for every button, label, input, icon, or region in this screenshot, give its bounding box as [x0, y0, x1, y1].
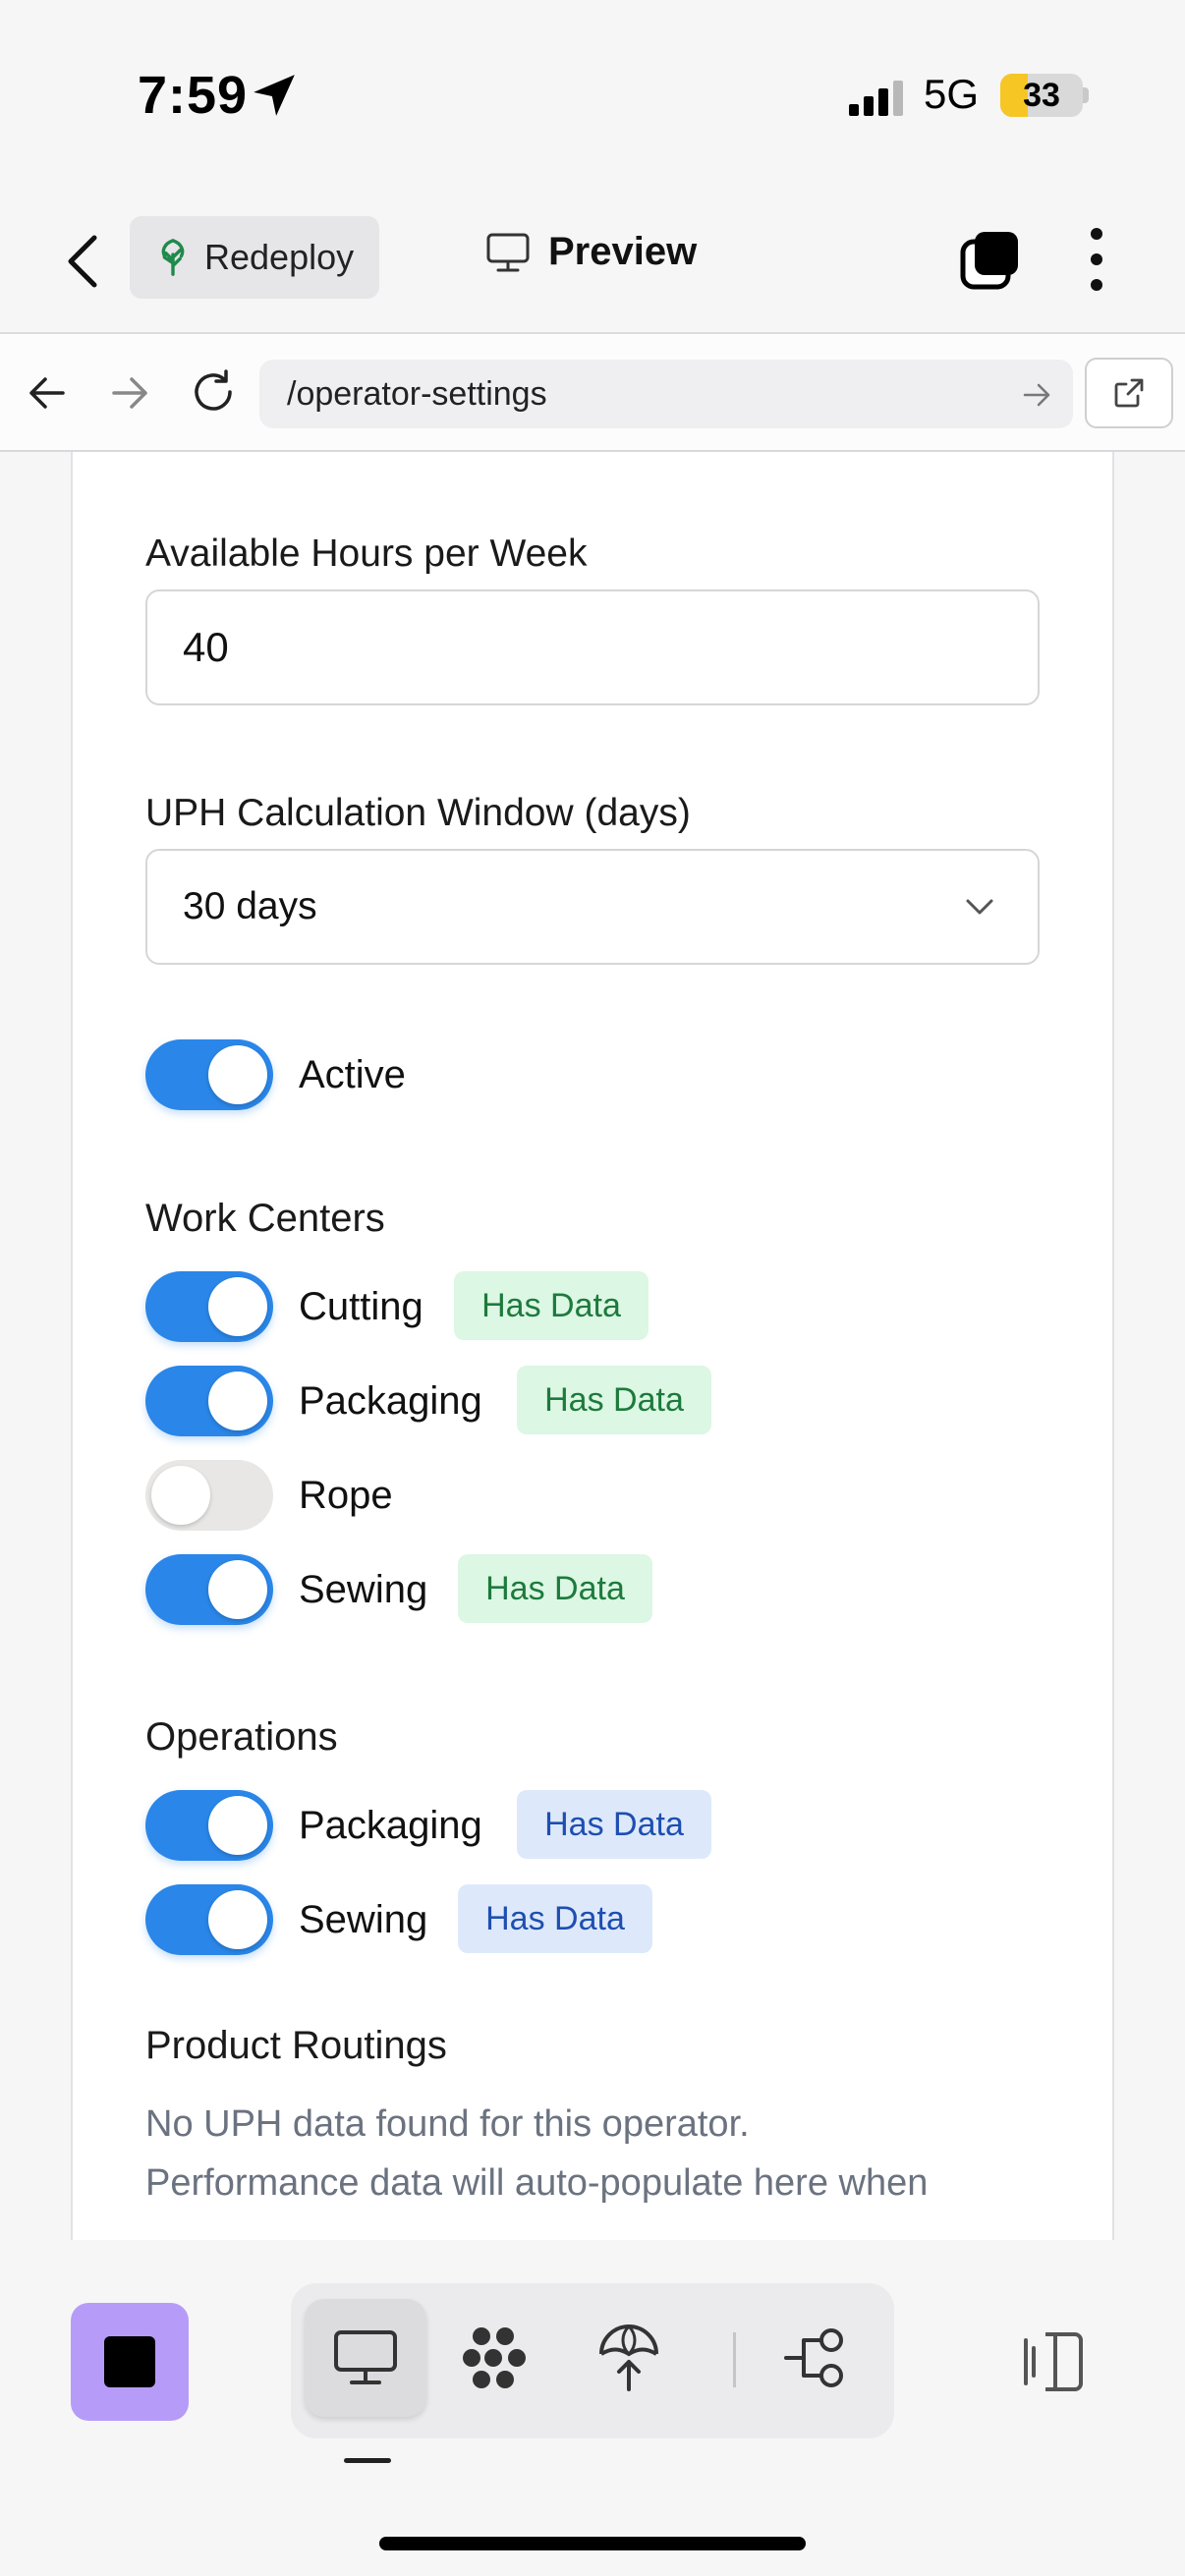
operation-label: Packaging: [299, 1804, 482, 1847]
work-center-label: Sewing: [299, 1568, 428, 1611]
signal-icon: [849, 81, 903, 116]
toggle-knob: [151, 1466, 210, 1525]
has-data-badge: Has Data: [458, 1554, 652, 1623]
has-data-badge: Has Data: [517, 1366, 711, 1434]
work-center-label: Packaging: [299, 1379, 482, 1423]
app-header: Redeploy Preview: [0, 187, 1185, 334]
battery-level: 33: [1023, 77, 1060, 114]
workflow-icon: [784, 2328, 843, 2387]
chevron-down-icon: [966, 899, 993, 915]
operator-settings-card: Available Hours per Week 40 UPH Calculat…: [71, 452, 1114, 2240]
battery-icon: 33: [1000, 74, 1083, 117]
desktop-view-button[interactable]: [305, 2299, 426, 2417]
open-external-button[interactable]: [1085, 358, 1173, 428]
go-arrow-icon[interactable]: [1022, 381, 1051, 409]
page-content: Available Hours per Week 40 UPH Calculat…: [0, 452, 1185, 2240]
arrow-right-icon[interactable]: [108, 371, 151, 415]
desktop-icon: [334, 2330, 397, 2384]
operation-toggle-packaging[interactable]: [145, 1790, 273, 1861]
reload-icon[interactable]: [189, 367, 238, 417]
work-centers-title: Work Centers: [145, 1197, 385, 1240]
operation-label: Sewing: [299, 1898, 428, 1941]
tree-icon: [161, 239, 185, 276]
back-chevron-icon[interactable]: [61, 232, 104, 291]
monitor-icon: [486, 233, 530, 271]
cluster-view-button[interactable]: [436, 2299, 558, 2417]
stop-icon: [104, 2336, 155, 2387]
operations-title: Operations: [145, 1715, 338, 1759]
has-data-badge: Has Data: [454, 1271, 649, 1340]
uph-window-label: UPH Calculation Window (days): [145, 792, 691, 834]
work-center-toggle-cutting[interactable]: [145, 1271, 273, 1342]
toggle-knob: [208, 1045, 267, 1104]
redeploy-button[interactable]: Redeploy: [130, 216, 379, 299]
bottom-toolbar: [0, 2240, 1185, 2576]
external-link-icon: [1114, 378, 1144, 408]
toggle-knob: [208, 1372, 267, 1430]
no-data-message-line2: Performance data will auto-populate here…: [145, 2162, 929, 2204]
url-field[interactable]: /operator-settings: [259, 360, 1073, 428]
active-toggle[interactable]: [145, 1039, 273, 1110]
view-switcher: [291, 2283, 894, 2438]
toolbar-divider: [733, 2332, 736, 2387]
hours-label: Available Hours per Week: [145, 532, 588, 575]
status-time: 7:59: [138, 66, 249, 125]
preview-label: Preview: [548, 230, 698, 273]
toggle-knob: [208, 1560, 267, 1619]
browser-bar: /operator-settings: [0, 334, 1185, 452]
work-center-toggle-rope[interactable]: [145, 1460, 273, 1531]
redeploy-label: Redeploy: [204, 237, 355, 277]
arrow-left-icon[interactable]: [26, 371, 69, 415]
work-center-label: Cutting: [299, 1285, 423, 1328]
work-center-toggle-packaging[interactable]: [145, 1366, 273, 1436]
active-tab-indicator: [344, 2458, 391, 2463]
battery-tip: [1083, 87, 1089, 103]
more-vertical-icon[interactable]: [1081, 224, 1112, 295]
product-routings-title: Product Routings: [145, 2024, 447, 2067]
active-label: Active: [299, 1053, 406, 1096]
toggle-knob: [208, 1277, 267, 1336]
toggle-knob: [208, 1890, 267, 1949]
home-indicator: [379, 2537, 806, 2550]
tabs-icon[interactable]: [959, 228, 1022, 291]
preview-toggle[interactable]: Preview: [485, 230, 697, 274]
has-data-badge: Has Data: [458, 1884, 652, 1953]
uph-window-value: 30 days: [183, 885, 317, 927]
workflow-button[interactable]: [757, 2299, 878, 2417]
cluster-icon: [463, 2327, 526, 2388]
status-bar: 7:59 5G 33: [0, 0, 1185, 187]
url-text: /operator-settings: [287, 374, 547, 413]
toggle-knob: [208, 1796, 267, 1855]
deploy-button[interactable]: [568, 2299, 690, 2417]
no-data-message-line1: No UPH data found for this operator.: [145, 2103, 750, 2145]
location-arrow-icon: [254, 75, 295, 116]
uph-window-select[interactable]: 30 days: [145, 849, 1040, 965]
side-panel-icon[interactable]: [1018, 2326, 1089, 2397]
hours-input[interactable]: 40: [145, 589, 1040, 705]
work-center-label: Rope: [299, 1474, 393, 1517]
deploy-icon: [599, 2324, 658, 2391]
network-label: 5G: [924, 71, 980, 117]
operation-toggle-sewing[interactable]: [145, 1884, 273, 1955]
work-center-toggle-sewing[interactable]: [145, 1554, 273, 1625]
has-data-badge: Has Data: [517, 1790, 711, 1859]
stop-button[interactable]: [71, 2303, 189, 2421]
